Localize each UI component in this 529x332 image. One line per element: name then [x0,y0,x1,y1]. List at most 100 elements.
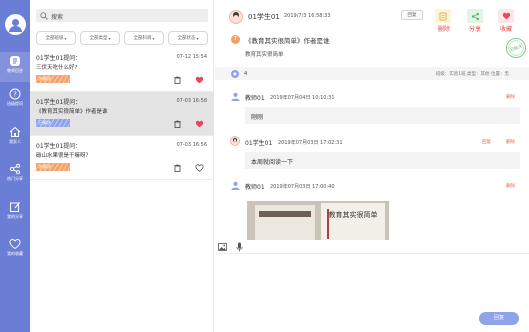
question-text: 三伏天吃什么好? [36,65,78,71]
reply-author: 教师01 [245,95,265,102]
status-filter-label: 全部状态 [177,36,196,41]
delete-label: 删除 [438,26,451,33]
delete-reply-button[interactable]: 删除 [506,183,515,189]
comment-count-icon: ● [231,70,239,78]
reply-time: 2019年07月04日 10:10:31 [270,95,335,101]
chevron-down-icon: ▾ [152,35,155,41]
reply-to-button[interactable]: 回复 [482,139,491,145]
teacher-icon [231,181,240,190]
heart-icon[interactable] [195,76,204,84]
status-badge: 未解决 [36,75,70,83]
question-meta: 班级：实验1班 类型：其他 位置：无 [435,72,509,77]
reply-button[interactable]: 回复 [401,10,423,20]
trash-icon[interactable] [174,76,181,84]
stamp-text: 已解决 [509,43,522,53]
teacher-icon [231,92,240,101]
favorite-button[interactable] [498,9,514,23]
sidebar: 教师回答 ? 班级提问 我家人 热门分享 我的分享 我的收藏 [0,0,30,332]
sidebar-item-teacher-answers[interactable]: 教师回答 [0,52,30,82]
sidebar-item-label: 班级提问 [7,101,23,106]
chevron-down-icon: ▾ [64,35,67,41]
share-icon [471,12,479,20]
trash-icon[interactable] [174,164,181,172]
sidebar-item-my-shares[interactable]: 我的分享 [0,198,30,228]
filter-bar: 全部班级 ▾ 全部类型 ▾ 全部科目 ▾ 全部状态 ▾ [36,31,208,45]
subject-filter[interactable]: 全部科目 ▾ [124,31,164,45]
reply-toolbar [215,240,529,254]
question-detail-panel: 01学生01 2019/7/3 16:58:33 回复 删除 分享 收藏 ? 《… [215,0,529,332]
favorite-label: 收藏 [500,26,513,33]
reply-time: 2019年07月03日 17:00:40 [270,184,335,190]
sidebar-item-family[interactable]: 我家人 [0,123,30,153]
delete-button[interactable] [435,9,451,23]
status-badge: 已解决 [36,119,70,127]
heart-icon[interactable] [195,120,204,128]
question-title: 《教育其实很简单》作者是谁 [245,37,330,45]
reply-author: 教师01 [245,184,265,191]
edit-share-icon [10,202,20,212]
photo-text: 教育其实很简单 [329,210,378,219]
solved-stamp: 已解决 [506,38,526,58]
reply-time: 2019年07月03日 17:02:31 [278,140,343,146]
asker-name: 01学生01提问： [36,99,82,106]
question-mark-icon: ? [231,35,240,44]
delete-reply-button[interactable]: 删除 [506,139,515,145]
heart-outline-icon[interactable] [195,164,204,172]
asker-name: 01学生01提问： [36,55,82,62]
question-text: 碳山水果很是干嘛呀？ [36,153,92,159]
class-filter[interactable]: 全部班级 ▾ [36,31,76,45]
reply-content: 刚刚 [245,107,520,124]
answer-count: 4 [244,71,248,77]
reply-photo[interactable]: 教育其实很简单 [247,201,389,241]
image-icon[interactable] [218,243,227,251]
reply-content: 本周就阅读一下 [245,152,520,169]
question-timestamp: 2019/7/3 16:58:33 [284,13,331,19]
question-icon: ? [9,88,21,100]
question-list-panel: 搜索 全部班级 ▾ 全部类型 ▾ 全部科目 ▾ 全部状态 ▾ 01学生01提问： 07-… [30,0,214,332]
search-input[interactable]: 搜索 [36,9,208,22]
question-time: 07-03 16:58 [176,98,207,104]
status-filter[interactable]: 全部状态 ▾ [168,31,208,45]
heart-icon [9,238,21,250]
list-item[interactable]: 01学生01提问： 07-03 16:56 碳山水果很是干嘛呀？ 未解决 [30,136,214,180]
svg-text:?: ? [13,91,17,99]
file-icon [10,56,20,66]
chevron-down-icon: ▾ [196,35,199,41]
user-avatar[interactable] [5,14,26,35]
sidebar-item-label: 热门分享 [7,176,23,181]
sidebar-item-class-questions[interactable]: ? 班级提问 [0,85,30,115]
reply-author: 01学生01 [245,140,273,147]
question-time: 07-03 16:56 [176,142,207,148]
sidebar-item-hot-shares[interactable]: 热门分享 [0,160,30,190]
asker-avatar [229,10,243,24]
question-text: 《教育其实很简单》作者是谁 [36,109,108,115]
question-body: 教育其实很简单 [245,52,284,58]
list-item[interactable]: 01学生01提问： 07-12 15:54 三伏天吃什么好? 未解决 [30,48,214,92]
sidebar-item-label: 我的分享 [7,214,23,219]
trash-icon[interactable] [174,120,181,128]
type-filter-label: 全部类型 [89,36,108,41]
search-placeholder: 搜索 [51,14,64,21]
question-header: 01学生01 2019/7/3 16:58:33 回复 删除 分享 收藏 ? 《… [215,0,529,80]
sidebar-item-label: 我家人 [9,139,21,144]
list-item[interactable]: 01学生01提问： 07-03 16:58 《教育其实很简单》作者是谁 已解决 [30,92,214,136]
delete-reply-button[interactable]: 删除 [506,94,515,100]
microphone-icon[interactable] [236,242,243,252]
class-filter-label: 全部班级 [45,36,64,41]
student-avatar [230,136,240,146]
question-stats: ● 4 班级：实验1班 类型：其他 位置：无 [215,67,529,80]
search-icon [40,12,48,20]
submit-reply-button[interactable]: 回复 [479,312,519,325]
chevron-down-icon: ▾ [108,35,111,41]
note-icon [439,12,447,20]
type-filter[interactable]: 全部类型 ▾ [80,31,120,45]
share-button[interactable] [467,9,483,23]
question-time: 07-12 15:54 [176,54,207,60]
sidebar-item-label: 我的收藏 [7,251,23,256]
share-icon [9,163,21,175]
heart-icon [502,12,510,20]
sidebar-item-my-favorites[interactable]: 我的收藏 [0,235,30,265]
asker-name: 01学生01 [248,13,280,21]
sidebar-item-label: 教师回答 [7,68,23,73]
asker-name: 01学生01提问： [36,143,82,150]
